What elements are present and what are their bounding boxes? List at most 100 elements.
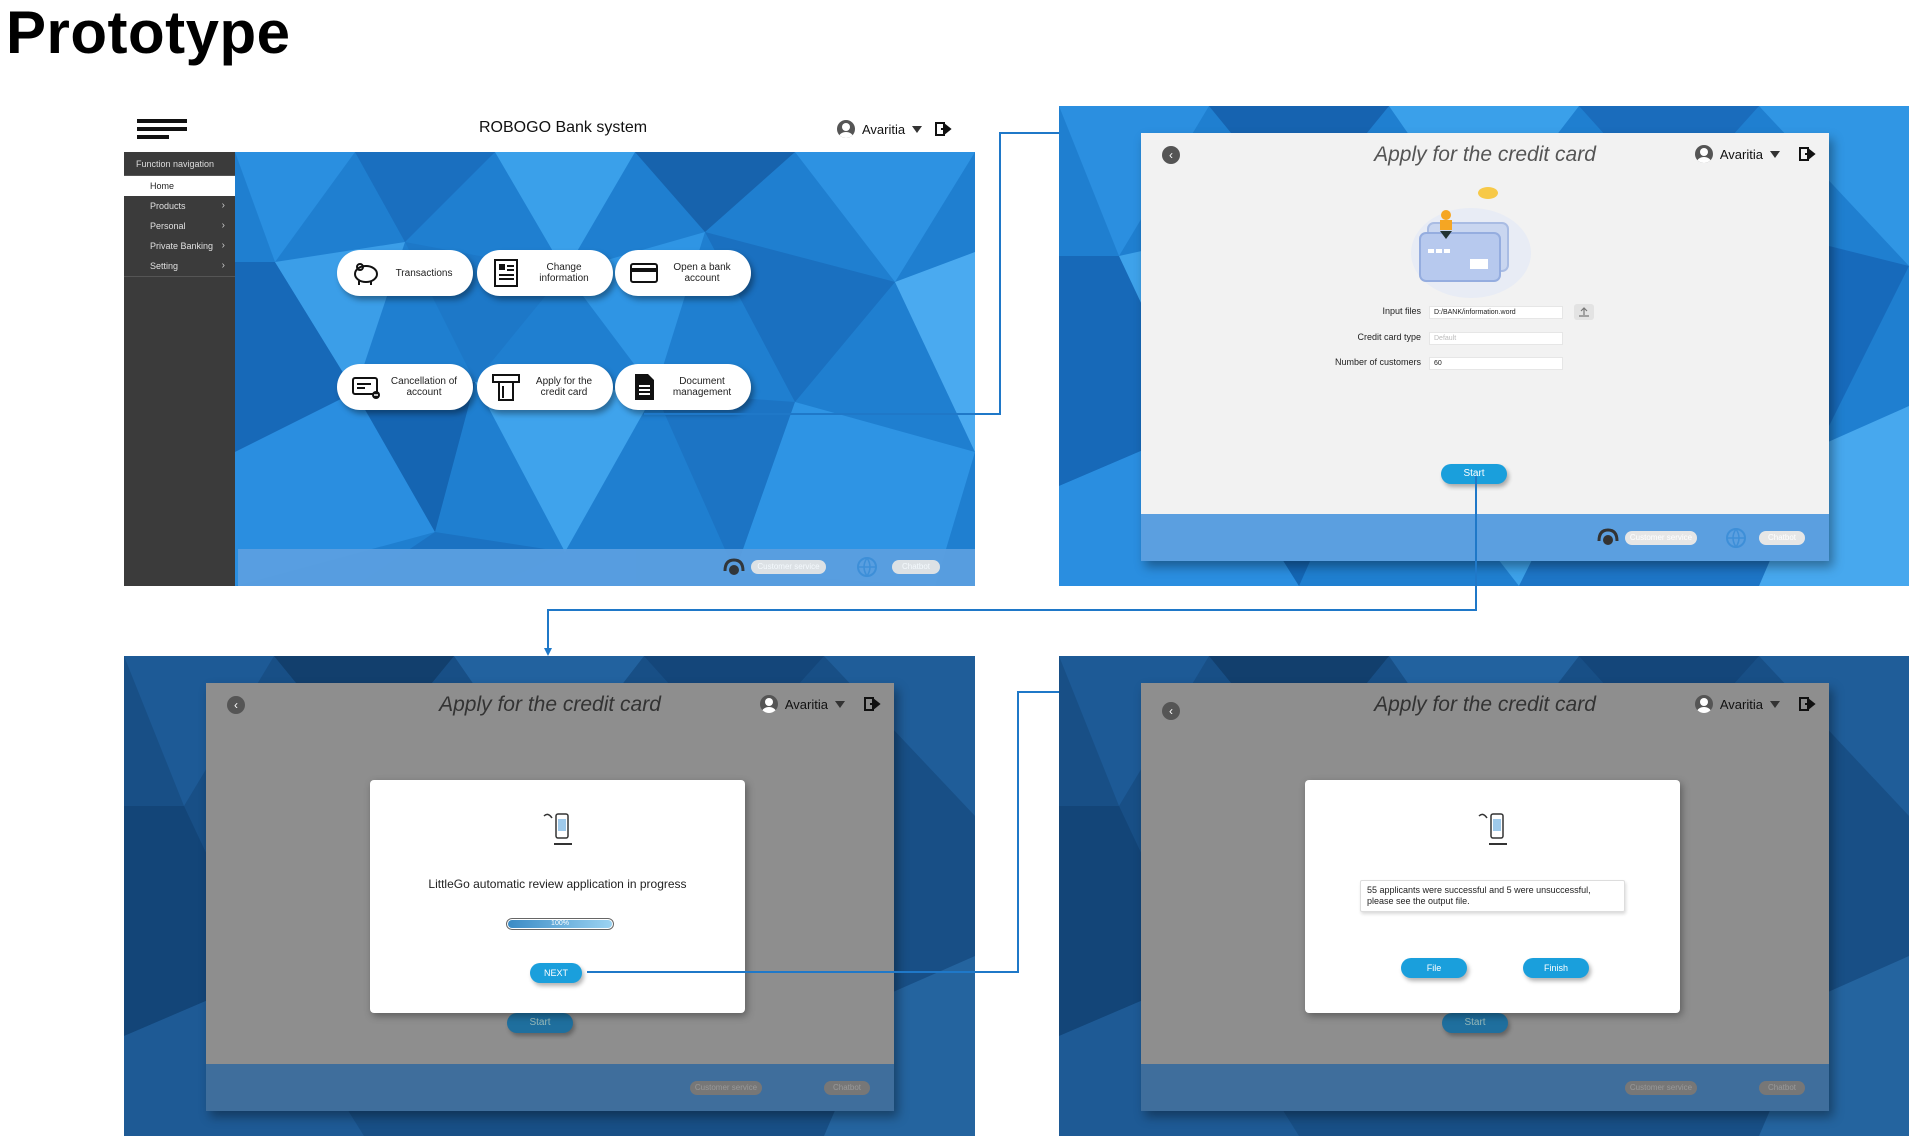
sidebar-item-home[interactable]: Home: [124, 176, 235, 196]
review-dialog: LittleGo automatic review application in…: [370, 780, 745, 1013]
next-button[interactable]: NEXT: [530, 963, 582, 983]
tile-label: Change information: [539, 262, 589, 284]
robot-review-icon: [543, 813, 572, 845]
user-name: Avaritia: [862, 121, 906, 137]
logout-icon[interactable]: [935, 121, 953, 137]
document-management-button[interactable]: Document management: [615, 364, 751, 410]
customers-label: Number of customers: [1334, 357, 1421, 367]
review-progress-bar: 100%: [506, 918, 614, 930]
customer-service-icon[interactable]: [722, 557, 746, 577]
finish-button[interactable]: Finish: [1523, 958, 1589, 978]
review-message: LittleGo automatic review application in…: [428, 877, 687, 891]
chatbot-icon[interactable]: [1725, 527, 1747, 549]
sidebar-item-label: Personal: [150, 221, 186, 231]
user-name: Avaritia: [1719, 696, 1763, 712]
apply-credit-card-button[interactable]: Apply for the credit card: [477, 364, 613, 410]
user-name: Avaritia: [1719, 146, 1763, 162]
logout-icon[interactable]: [864, 696, 882, 712]
user-name: Avaritia: [784, 696, 828, 712]
chevron-right-icon: ›: [221, 260, 225, 271]
sidebar: Function navigation Home Products › Perso…: [124, 152, 235, 586]
customer-service-button[interactable]: Customer service: [751, 560, 826, 574]
home-screen: ROBOGO Bank system Avaritia Function nav…: [124, 106, 975, 586]
sidebar-heading: Function navigation: [124, 152, 235, 176]
bank-card-icon: [630, 263, 658, 283]
apply-card: ‹ Apply for the credit card Avaritia Inp…: [1141, 133, 1829, 561]
result-footer: Customer service Chatbot: [1141, 1064, 1829, 1111]
customer-service-button: Customer service: [1625, 1081, 1697, 1095]
chatbot-button[interactable]: Chatbot: [892, 560, 940, 574]
user-avatar-icon: [837, 120, 855, 138]
customers-field[interactable]: 60: [1429, 357, 1563, 370]
logout-icon[interactable]: [1799, 696, 1817, 712]
review-footer: Customer service Chatbot: [206, 1064, 894, 1111]
sidebar-item-label: Home: [150, 181, 175, 191]
user-avatar-icon: [1694, 695, 1713, 713]
tile-label: Apply for the credit card: [535, 376, 593, 398]
tile-label: Document management: [672, 376, 732, 398]
tile-label: Transactions: [395, 267, 453, 279]
sidebar-item-products[interactable]: Products ›: [124, 196, 235, 216]
chevron-right-icon: ›: [221, 220, 225, 231]
result-card: ‹ Apply for the credit card Avaritia Sta…: [1141, 683, 1829, 1111]
user-avatar-icon: [1694, 145, 1713, 163]
chatbot-button[interactable]: Chatbot: [1759, 531, 1805, 545]
piggy-bank-icon: [354, 263, 378, 285]
customer-service-button[interactable]: Customer service: [1625, 531, 1697, 545]
home-header: ROBOGO Bank system Avaritia: [124, 106, 975, 152]
apply-screen: ‹ Apply for the credit card Avaritia Inp…: [1059, 106, 1909, 586]
file-button[interactable]: File: [1401, 958, 1467, 978]
user-menu[interactable]: Avaritia: [759, 695, 882, 713]
menu-icon[interactable]: [137, 119, 187, 139]
cancellation-of-account-button[interactable]: Cancellation of account: [337, 364, 473, 410]
cancel-card-icon: [352, 377, 380, 399]
input-files-field[interactable]: D:/BANK/information.word: [1429, 306, 1563, 319]
review-screen: ‹ Apply for the credit card Avaritia Sta…: [124, 656, 975, 1136]
app-title: ROBOGO Bank system: [479, 119, 648, 136]
chatbot-icon[interactable]: [856, 556, 878, 578]
atm-card-icon: [492, 374, 520, 401]
customer-service-button: Customer service: [690, 1081, 762, 1095]
change-information-button[interactable]: Change information: [477, 250, 613, 296]
chevron-right-icon: ›: [221, 240, 225, 251]
arrow-head-icon: [544, 648, 552, 656]
open-bank-account-button[interactable]: Open a bank account: [615, 250, 751, 296]
sidebar-item-personal[interactable]: Personal ›: [124, 216, 235, 236]
result-dialog: 55 applicants were successful and 5 were…: [1305, 780, 1680, 1013]
chevron-down-icon: [1770, 700, 1780, 708]
sidebar-item-label: Products: [150, 201, 186, 211]
apply-footer: Customer service Chatbot: [1141, 514, 1829, 561]
home-main: Transactions Change information Open a b…: [235, 152, 975, 586]
transactions-button[interactable]: Transactions: [337, 250, 473, 296]
start-button: Start: [1442, 1013, 1508, 1033]
progress-fill: 100%: [508, 920, 612, 928]
chevron-down-icon: [835, 700, 845, 708]
review-card: ‹ Apply for the credit card Avaritia Sta…: [206, 683, 894, 1111]
card-type-select[interactable]: Default: [1429, 332, 1563, 345]
sidebar-item-label: Private Banking: [150, 241, 214, 251]
customer-service-icon[interactable]: [1596, 527, 1620, 547]
chatbot-button: Chatbot: [824, 1081, 870, 1095]
chevron-right-icon: ›: [221, 200, 225, 211]
user-avatar-icon: [759, 695, 778, 713]
result-screen: ‹ Apply for the credit card Avaritia Sta…: [1059, 656, 1909, 1136]
input-files-label: Input files: [1382, 306, 1421, 316]
sidebar-item-setting[interactable]: Setting ›: [124, 256, 235, 276]
card-type-label: Credit card type: [1357, 332, 1421, 342]
sidebar-item-label: Setting: [150, 261, 179, 271]
logout-icon[interactable]: [1799, 146, 1817, 162]
robot-review-icon: [1478, 813, 1507, 845]
upload-icon[interactable]: [1574, 304, 1594, 320]
tile-label: Open a bank account: [673, 262, 731, 284]
start-button[interactable]: Start: [1441, 464, 1507, 484]
user-menu[interactable]: Avaritia: [1694, 695, 1817, 713]
credit-card-illustration: [1411, 187, 1531, 298]
user-menu[interactable]: Avaritia: [1694, 145, 1817, 163]
user-menu[interactable]: Avaritia: [837, 120, 923, 138]
id-card-icon: [494, 259, 518, 287]
tile-label: Cancellation of account: [390, 376, 458, 398]
chevron-down-icon: [912, 125, 923, 133]
result-message: 55 applicants were successful and 5 were…: [1360, 880, 1625, 912]
document-icon: [635, 374, 654, 400]
sidebar-item-private-banking[interactable]: Private Banking ›: [124, 236, 235, 256]
